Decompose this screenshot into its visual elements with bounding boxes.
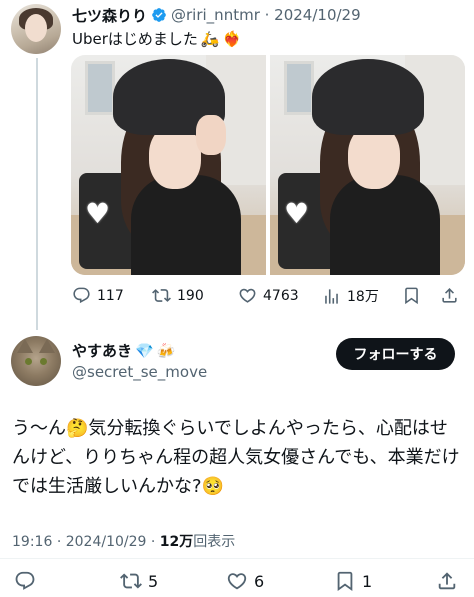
heart-on-fire-emoji: ❤️‍🔥 (222, 29, 242, 48)
share-icon (442, 288, 457, 303)
photo-content: ♥ (71, 55, 266, 275)
bookmark-button[interactable]: 1 (334, 570, 372, 592)
retweet-count: 5 (148, 571, 159, 591)
share-icon (438, 572, 456, 590)
like-count: 4763 (263, 287, 299, 304)
tweet-text-body: Uberはじめました (72, 30, 198, 48)
tweet-text-part: う〜ん (12, 418, 66, 439)
retweet-button[interactable]: 5 (120, 570, 158, 592)
separator-dot: · (259, 6, 275, 24)
verified-badge-icon (152, 8, 166, 22)
tweet-photo-2[interactable]: ♥ (270, 55, 465, 275)
gem-emoji: 💎 (135, 341, 154, 360)
bookmark-count: 1 (362, 571, 373, 591)
cat-ear-left (17, 339, 33, 353)
cat-eye-left (25, 358, 32, 365)
avatar-face (25, 14, 47, 42)
cat-ear-right (39, 339, 55, 353)
like-button[interactable]: 4763 (238, 286, 299, 305)
tweet-text: う〜ん🤔気分転換ぐらいでしよんやったら、心配はせんけど、りりちゃん程の超人気女優… (12, 414, 462, 501)
reply-button[interactable] (14, 570, 36, 592)
separator-dot: · (150, 534, 160, 550)
heart-icon (239, 288, 256, 303)
tweet-date[interactable]: 2024/10/29 (274, 6, 360, 24)
display-name[interactable]: やすあき (72, 340, 132, 361)
reply-icon (15, 571, 35, 590)
share-button[interactable] (440, 286, 459, 305)
separator-dot: · (56, 534, 66, 550)
tweet-header: やすあき 💎 🍻 (72, 340, 175, 361)
bookmark-icon (405, 287, 418, 305)
thinking-face-emoji: 🤔 (66, 418, 89, 439)
avatar[interactable] (11, 336, 61, 386)
avatar[interactable] (11, 4, 61, 54)
tweet-header: 七ツ森りり @riri_nntmr · 2024/10/29 (72, 4, 361, 26)
tweet-time[interactable]: 19:16 (12, 534, 52, 550)
views-chart-icon (325, 288, 338, 304)
display-name[interactable]: 七ツ森りり (72, 5, 147, 26)
share-button[interactable] (436, 570, 458, 592)
heart-icon (227, 573, 247, 590)
retweet-count: 190 (177, 287, 204, 304)
retweet-icon (120, 573, 142, 589)
handle[interactable]: @secret_se_move (72, 363, 207, 381)
views-value: 12万 (159, 534, 194, 550)
cat-eye-right (40, 358, 47, 365)
reply-count: 117 (97, 287, 124, 304)
heart-sticker-icon: ♥ (284, 197, 310, 230)
scooter-emoji: 🛵 (200, 29, 220, 48)
tweet-text: Uberはじめました 🛵 ❤️‍🔥 (72, 28, 241, 49)
like-count: 6 (254, 571, 265, 591)
beers-emoji: 🍻 (156, 341, 176, 360)
like-button[interactable]: 6 (226, 570, 264, 592)
photo-content: ♥ (270, 55, 465, 275)
tweet-meta: 19:16 · 2024/10/29 · 12万回表示 (12, 531, 235, 551)
reply-icon (73, 287, 90, 304)
tweet-date[interactable]: 2024/10/29 (66, 534, 147, 550)
handle[interactable]: @riri_nntmr (171, 6, 260, 24)
divider (0, 558, 474, 559)
retweet-button[interactable]: 190 (152, 286, 204, 305)
tweet-photo-1[interactable]: ♥ (71, 55, 266, 275)
views-label: 回表示 (193, 534, 236, 550)
views-count: 18万 (347, 289, 379, 305)
follow-button[interactable]: フォローする (336, 338, 455, 370)
views-button[interactable]: 18万 (322, 286, 379, 306)
pleading-face-emoji: 🥺 (201, 476, 224, 497)
thread-connector-line (36, 58, 38, 330)
bookmark-button[interactable] (402, 286, 421, 305)
bookmark-icon (337, 571, 353, 592)
reply-button[interactable]: 117 (72, 286, 124, 305)
heart-sticker-icon: ♥ (85, 197, 111, 230)
retweet-icon (152, 289, 171, 302)
